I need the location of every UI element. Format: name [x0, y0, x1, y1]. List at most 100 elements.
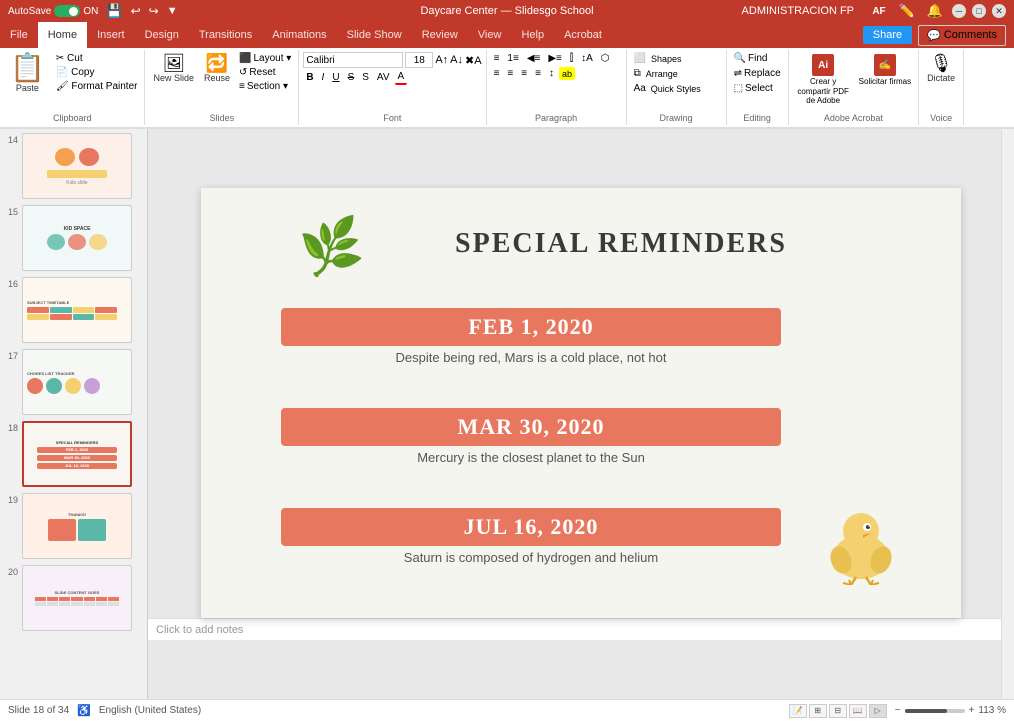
char-spacing-button[interactable]: AV — [374, 71, 393, 84]
format-painter-button[interactable]: 🖌 Format Painter — [53, 80, 141, 93]
slide-thumb-17[interactable]: 17 CHORES LIST TRACKER — [4, 349, 143, 415]
arrange-button[interactable]: ⧉ — [631, 67, 644, 80]
slide-thumb-20[interactable]: 20 SLIDE CONTENT GOES — [4, 565, 143, 631]
tab-file[interactable]: File — [0, 22, 38, 48]
italic-button[interactable]: I — [319, 71, 328, 84]
tab-home[interactable]: Home — [38, 22, 87, 48]
zoom-in-icon[interactable]: + — [969, 705, 975, 716]
justify-button[interactable]: ≡ — [532, 67, 544, 80]
font-name-input[interactable]: Calibri — [303, 52, 403, 68]
numbering-button[interactable]: 1≡ — [504, 52, 521, 65]
maximize-button[interactable]: □ — [972, 4, 986, 18]
reading-view-button[interactable]: 📖 — [849, 704, 867, 718]
strikethrough-button[interactable]: S — [345, 71, 358, 84]
quick-styles-button[interactable]: Aa — [631, 82, 649, 95]
new-slide-icon: 🖼 — [162, 54, 185, 72]
slideshow-view-button[interactable]: ▷ — [869, 704, 887, 718]
replace-button[interactable]: ⇌ Replace — [731, 67, 784, 80]
pen-icon[interactable]: ✏️ — [896, 0, 918, 22]
tab-transitions[interactable]: Transitions — [189, 22, 262, 48]
align-left-button[interactable]: ≡ — [491, 67, 503, 80]
select-button[interactable]: ⬚ Select — [731, 82, 776, 95]
find-button[interactable]: 🔍 Find — [731, 52, 771, 65]
align-right-button[interactable]: ≡ — [518, 67, 530, 80]
increase-indent-button[interactable]: ▶≡ — [545, 52, 565, 65]
notes-bar[interactable]: Click to add notes — [148, 618, 1014, 640]
reset-button[interactable]: ↺ Reset — [236, 66, 294, 79]
close-button[interactable]: ✕ — [992, 4, 1006, 18]
zoom-slider[interactable] — [905, 709, 965, 713]
columns-button[interactable]: ⫿ — [567, 52, 576, 65]
bell-icon[interactable]: 🔔 — [924, 0, 946, 22]
slide-thumb-15[interactable]: 15 KID SPACE — [4, 205, 143, 271]
slide-thumb-18[interactable]: 18 SPECIAL REMINDERS FEB 1, 2020 MAR 30,… — [4, 421, 143, 487]
line-spacing-button[interactable]: ↕ — [546, 67, 557, 80]
text-highlight-button[interactable]: ab — [559, 67, 575, 80]
new-slide-label: New Slide — [153, 73, 194, 83]
tab-acrobat[interactable]: Acrobat — [554, 22, 612, 48]
tab-insert[interactable]: Insert — [87, 22, 135, 48]
decrease-indent-button[interactable]: ◀≡ — [524, 52, 544, 65]
underline-button[interactable]: U — [329, 71, 342, 84]
zoom-out-icon[interactable]: − — [895, 705, 901, 716]
slide-sorter-button[interactable]: ⊟ — [829, 704, 847, 718]
slide-img-16: SUBJECT TIMETABLE — [22, 277, 132, 343]
text-direction-button[interactable]: ↕A — [578, 52, 596, 65]
normal-view-button[interactable]: ⊞ — [809, 704, 827, 718]
font-decrease-icon[interactable]: A↓ — [450, 54, 463, 66]
clear-format-icon[interactable]: ✖A — [465, 54, 482, 67]
new-slide-button[interactable]: 🖼 New Slide — [149, 52, 198, 85]
tab-slideshow[interactable]: Slide Show — [337, 22, 412, 48]
accessibility-icon[interactable]: ♿ — [77, 704, 91, 717]
font-size-input[interactable]: 18 — [405, 52, 433, 68]
drawing-row3: Aa Quick Styles — [631, 82, 701, 95]
align-center-button[interactable]: ≡ — [504, 67, 516, 80]
slide-panel: 14 Kids slide 15 KID SPACE — [0, 129, 148, 699]
adobe-create-button[interactable]: Ai Crear y compartir PDF de Adobe — [793, 52, 854, 108]
redo-icon[interactable]: ↪ — [149, 4, 159, 18]
tab-view[interactable]: View — [468, 22, 512, 48]
arrange-label: Arrange — [646, 67, 678, 80]
tab-design[interactable]: Design — [135, 22, 189, 48]
dictate-button[interactable]: 🎙 Dictate — [923, 52, 959, 85]
layout-button[interactable]: ⬛ Layout ▾ — [236, 52, 294, 65]
undo-icon[interactable]: ↩ — [131, 4, 141, 18]
autosave-toggle[interactable] — [54, 5, 80, 17]
section-label: Section ▾ — [247, 81, 288, 92]
section-button[interactable]: ≡ Section ▾ — [236, 80, 294, 93]
copy-button[interactable]: 📄 Copy — [53, 66, 141, 79]
desc-text-3: Saturn is composed of hydrogen and heliu… — [281, 550, 781, 565]
share-button[interactable]: Share — [863, 26, 912, 44]
bold-button[interactable]: B — [303, 71, 316, 84]
tab-review[interactable]: Review — [412, 22, 468, 48]
reuse-button[interactable]: 🔁 Reuse — [200, 52, 234, 85]
slide-thumb-14[interactable]: 14 Kids slide — [4, 133, 143, 199]
font-increase-icon[interactable]: A↑ — [435, 54, 448, 66]
font-color-button[interactable]: A — [395, 70, 408, 85]
customize-icon[interactable]: ▼ — [167, 5, 178, 17]
canvas-area: 🌿 SPECIAL REMINDERS FEB 1, 2020 Despite … — [148, 129, 1014, 699]
adobe-request-button[interactable]: ✍ Solicitar firmas — [856, 52, 914, 89]
tab-animations[interactable]: Animations — [262, 22, 336, 48]
cut-button[interactable]: ✂ Cut — [53, 52, 141, 65]
comments-button[interactable]: 💬 Comments — [918, 25, 1006, 46]
tab-help[interactable]: Help — [511, 22, 554, 48]
drawing-row1: ⬜ Shapes — [631, 52, 682, 65]
notes-view-button[interactable]: 📝 — [789, 704, 807, 718]
slide-img-15: KID SPACE — [22, 205, 132, 271]
date-banner-3: JUL 16, 2020 — [281, 508, 781, 546]
date-banner-1: FEB 1, 2020 — [281, 308, 781, 346]
shapes-button[interactable]: ⬜ — [631, 52, 649, 65]
save-icon[interactable]: 💾 — [106, 3, 122, 19]
shadow-button[interactable]: S — [359, 71, 372, 84]
user-avatar[interactable]: AF — [868, 0, 890, 22]
slide-thumb-16[interactable]: 16 SUBJECT TIMETABLE — [4, 277, 143, 343]
reuse-icon: 🔁 — [206, 54, 228, 72]
paste-button[interactable]: 📋 Paste — [4, 52, 51, 95]
slide-thumb-19[interactable]: 19 THANKS! — [4, 493, 143, 559]
bullets-button[interactable]: ≡ — [491, 52, 503, 65]
minimize-button[interactable]: ─ — [952, 4, 966, 18]
slide-canvas[interactable]: 🌿 SPECIAL REMINDERS FEB 1, 2020 Despite … — [201, 188, 961, 618]
slide-num-18: 18 — [4, 421, 18, 433]
convert-smartart-button[interactable]: ⬡ — [598, 52, 613, 65]
